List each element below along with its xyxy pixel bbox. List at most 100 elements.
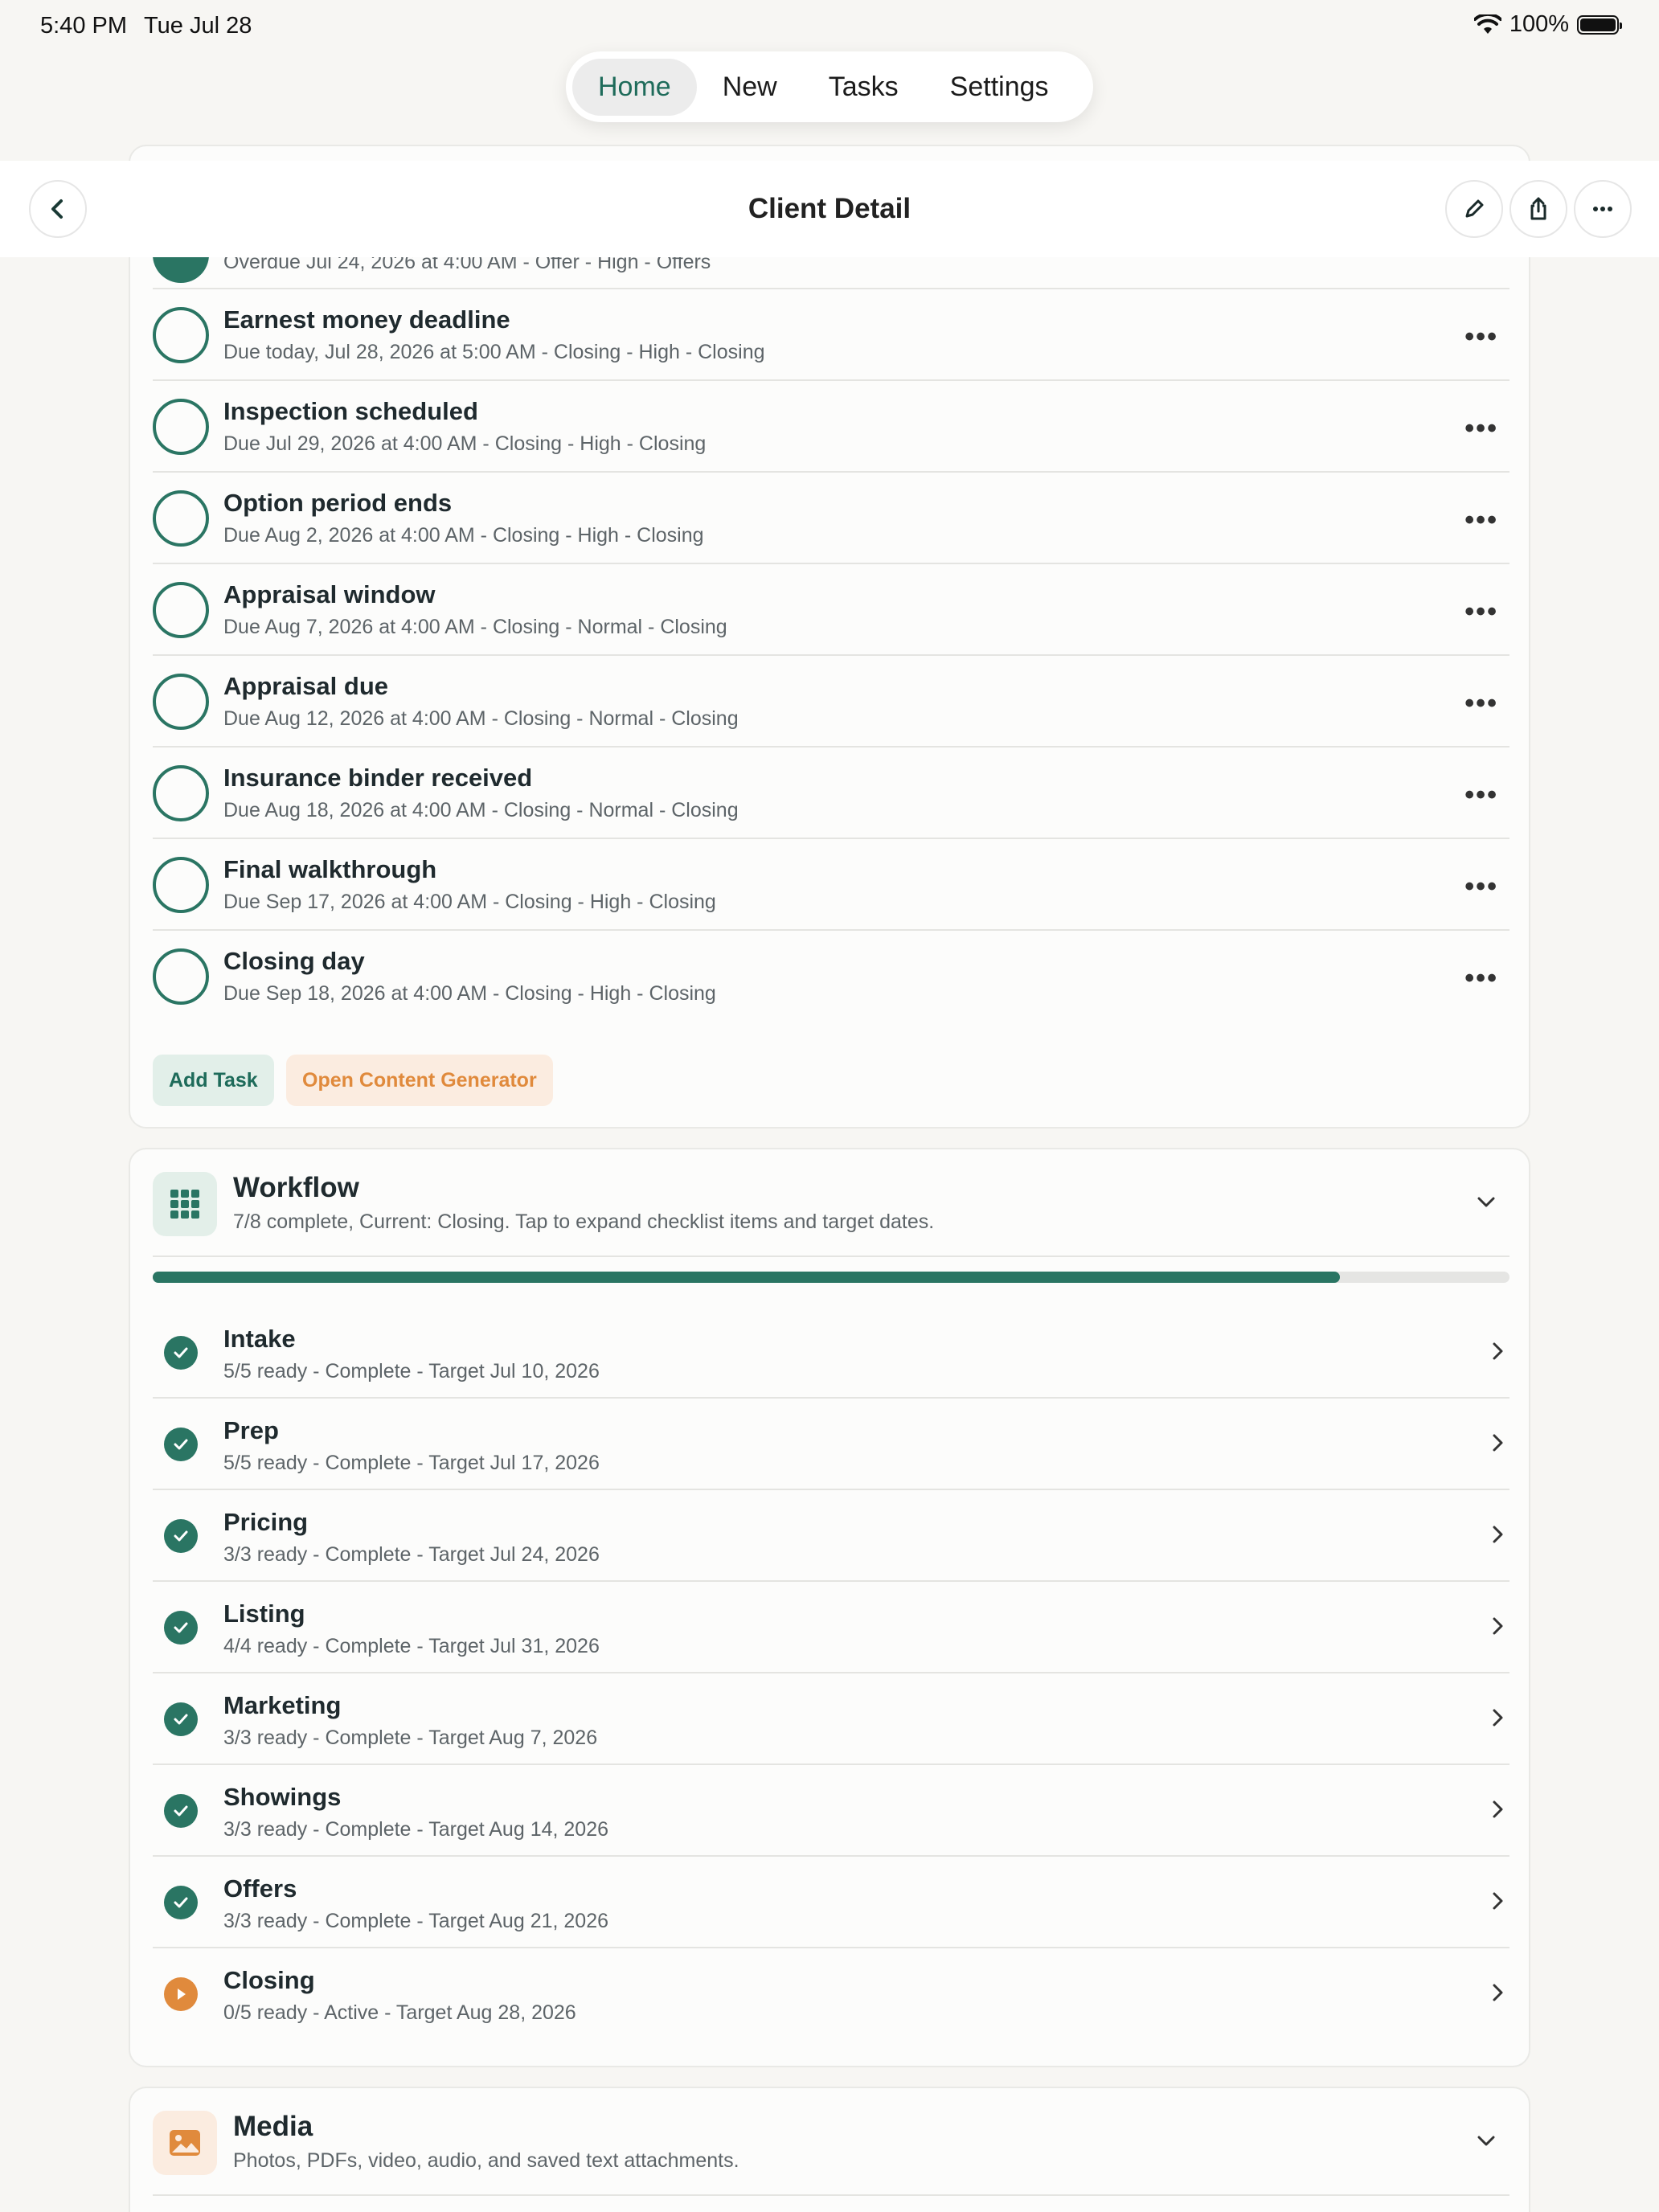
ellipsis-icon (1593, 207, 1612, 211)
task-subtitle: Due Aug 12, 2026 at 4:00 AM - Closing - … (223, 707, 739, 730)
checkmark-icon (164, 1611, 198, 1645)
chevron-down-icon (1477, 1197, 1495, 1207)
divider (153, 1256, 1509, 1257)
task-more-icon[interactable]: ••• (1464, 596, 1498, 628)
task-checkbox[interactable] (153, 307, 209, 363)
task-checkbox[interactable] (153, 490, 209, 547)
open-content-generator-button[interactable]: Open Content Generator (286, 1055, 553, 1106)
stage-subtitle: 3/3 ready - Complete - Target Aug 21, 20… (223, 1910, 609, 1932)
chevron-right-icon (1493, 1892, 1503, 1910)
media-header[interactable]: Media Photos, PDFs, video, audio, and sa… (130, 2088, 1529, 2194)
stage-title: Marketing (223, 1691, 342, 1719)
checkmark-icon (164, 1886, 198, 1919)
edit-button[interactable] (1445, 180, 1503, 238)
stage-title: Showings (223, 1783, 342, 1811)
task-subtitle: Due Jul 29, 2026 at 4:00 AM - Closing - … (223, 432, 707, 455)
chevron-down-icon (1477, 2136, 1495, 2146)
tab-settings[interactable]: Settings (924, 59, 1075, 116)
task-subtitle: Due today, Jul 28, 2026 at 5:00 AM - Clo… (223, 341, 765, 363)
workflow-stage-row[interactable]: Offers 3/3 ready - Complete - Target Aug … (153, 1857, 1509, 1948)
task-row[interactable]: Appraisal due Due Aug 12, 2026 at 4:00 A… (153, 656, 1509, 748)
task-subtitle: Due Aug 2, 2026 at 4:00 AM - Closing - H… (223, 524, 704, 547)
task-row[interactable]: Earnest money deadline Due today, Jul 28… (153, 289, 1509, 381)
workflow-progress-fill (153, 1272, 1340, 1283)
wifi-icon (1473, 14, 1501, 34)
task-checkbox[interactable] (153, 857, 209, 913)
task-checkbox[interactable] (153, 582, 209, 638)
task-title: Insurance binder received (223, 764, 533, 792)
task-more-icon[interactable]: ••• (1464, 780, 1498, 811)
tab-new[interactable]: New (697, 59, 803, 116)
workflow-stage-row[interactable]: Pricing 3/3 ready - Complete - Target Jul… (153, 1490, 1509, 1582)
checkmark-icon (164, 1336, 198, 1370)
share-icon (1530, 197, 1546, 220)
workflow-stage-row[interactable]: Prep 5/5 ready - Complete - Target Jul 17… (153, 1399, 1509, 1490)
chevron-right-icon (1493, 1342, 1503, 1360)
share-button[interactable] (1509, 180, 1567, 238)
workflow-stage-row[interactable]: Intake 5/5 ready - Complete - Target Jul … (153, 1307, 1509, 1399)
task-checkbox[interactable] (153, 765, 209, 821)
task-title: Inspection scheduled (223, 397, 478, 425)
photo-icon (153, 2111, 217, 2175)
task-more-icon[interactable]: ••• (1464, 871, 1498, 903)
more-button[interactable] (1574, 180, 1632, 238)
task-more-icon[interactable]: ••• (1464, 322, 1498, 353)
stage-title: Prep (223, 1416, 279, 1444)
task-subtitle: Due Aug 18, 2026 at 4:00 AM - Closing - … (223, 799, 739, 821)
workflow-stage-row[interactable]: Listing 4/4 ready - Complete - Target Jul… (153, 1582, 1509, 1673)
stage-subtitle: 5/5 ready - Complete - Target Jul 10, 20… (223, 1360, 600, 1382)
workflow-header[interactable]: Workflow 7/8 complete, Current: Closing.… (130, 1149, 1529, 1256)
task-row[interactable]: Option period ends Due Aug 2, 2026 at 4:… (153, 473, 1509, 564)
task-checkbox[interactable] (153, 399, 209, 455)
battery-percent: 100% (1509, 11, 1569, 37)
task-row[interactable]: Final walkthrough Due Sep 17, 2026 at 4:… (153, 839, 1509, 931)
stage-subtitle: 3/3 ready - Complete - Target Aug 14, 20… (223, 1818, 609, 1841)
nav-header: Client Detail (0, 161, 1659, 257)
workflow-stage-row[interactable]: Marketing 3/3 ready - Complete - Target A… (153, 1673, 1509, 1765)
task-row[interactable]: Appraisal window Due Aug 7, 2026 at 4:00… (153, 564, 1509, 656)
play-icon (164, 1977, 198, 2011)
stage-title: Closing (223, 1966, 315, 1994)
checkmark-icon (164, 1702, 198, 1736)
battery-icon (1577, 14, 1622, 35)
add-task-button[interactable]: Add Task (153, 1055, 274, 1106)
workflow-stage-row[interactable]: Closing 0/5 ready - Active - Target Aug 2… (153, 1948, 1509, 2040)
checkmark-icon (164, 1519, 198, 1553)
status-bar: 5:40 PM Tue Jul 28 100% (0, 0, 1659, 51)
task-more-icon[interactable]: ••• (1464, 688, 1498, 719)
task-title: Earnest money deadline (223, 305, 510, 334)
media-subtitle: Photos, PDFs, video, audio, and saved te… (233, 2149, 739, 2172)
pencil-icon (1465, 199, 1484, 218)
tab-home[interactable]: Home (572, 58, 697, 116)
media-title: Media (233, 2111, 313, 2142)
chevron-right-icon (1493, 1526, 1503, 1543)
task-more-icon[interactable]: ••• (1464, 963, 1498, 994)
status-right: 100% (1473, 11, 1622, 38)
top-tab-bar: Home New Tasks Settings (566, 51, 1093, 122)
task-more-icon[interactable]: ••• (1464, 413, 1498, 444)
task-row[interactable]: Inspection scheduled Due Jul 29, 2026 at… (153, 381, 1509, 473)
chevron-right-icon (1493, 1800, 1503, 1818)
chevron-right-icon (1493, 1617, 1503, 1635)
task-more-icon[interactable]: ••• (1464, 505, 1498, 536)
workflow-stage-row[interactable]: Showings 3/3 ready - Complete - Target Au… (153, 1765, 1509, 1857)
task-title: Appraisal due (223, 672, 388, 700)
task-row[interactable]: Insurance binder received Due Aug 18, 20… (153, 748, 1509, 839)
task-row[interactable]: Closing day Due Sep 18, 2026 at 4:00 AM … (153, 931, 1509, 1022)
task-title: Final walkthrough (223, 855, 437, 883)
chevron-right-icon (1493, 1434, 1503, 1452)
grid-icon (153, 1172, 217, 1236)
stage-title: Pricing (223, 1508, 309, 1536)
tab-tasks[interactable]: Tasks (803, 59, 924, 116)
tasks-card: Overdue Jul 24, 2026 at 4:00 AM - Offer … (129, 145, 1530, 1129)
chevron-right-icon (1493, 1709, 1503, 1727)
task-checkbox[interactable] (153, 674, 209, 730)
workflow-subtitle: 7/8 complete, Current: Closing. Tap to e… (233, 1210, 935, 1233)
status-date: Tue Jul 28 (144, 13, 252, 39)
task-subtitle: Due Sep 17, 2026 at 4:00 AM - Closing - … (223, 891, 716, 913)
task-title: Closing day (223, 947, 365, 975)
task-title: Appraisal window (223, 580, 436, 608)
page-title: Client Detail (748, 193, 911, 224)
checkmark-icon (164, 1428, 198, 1461)
task-checkbox[interactable] (153, 948, 209, 1005)
